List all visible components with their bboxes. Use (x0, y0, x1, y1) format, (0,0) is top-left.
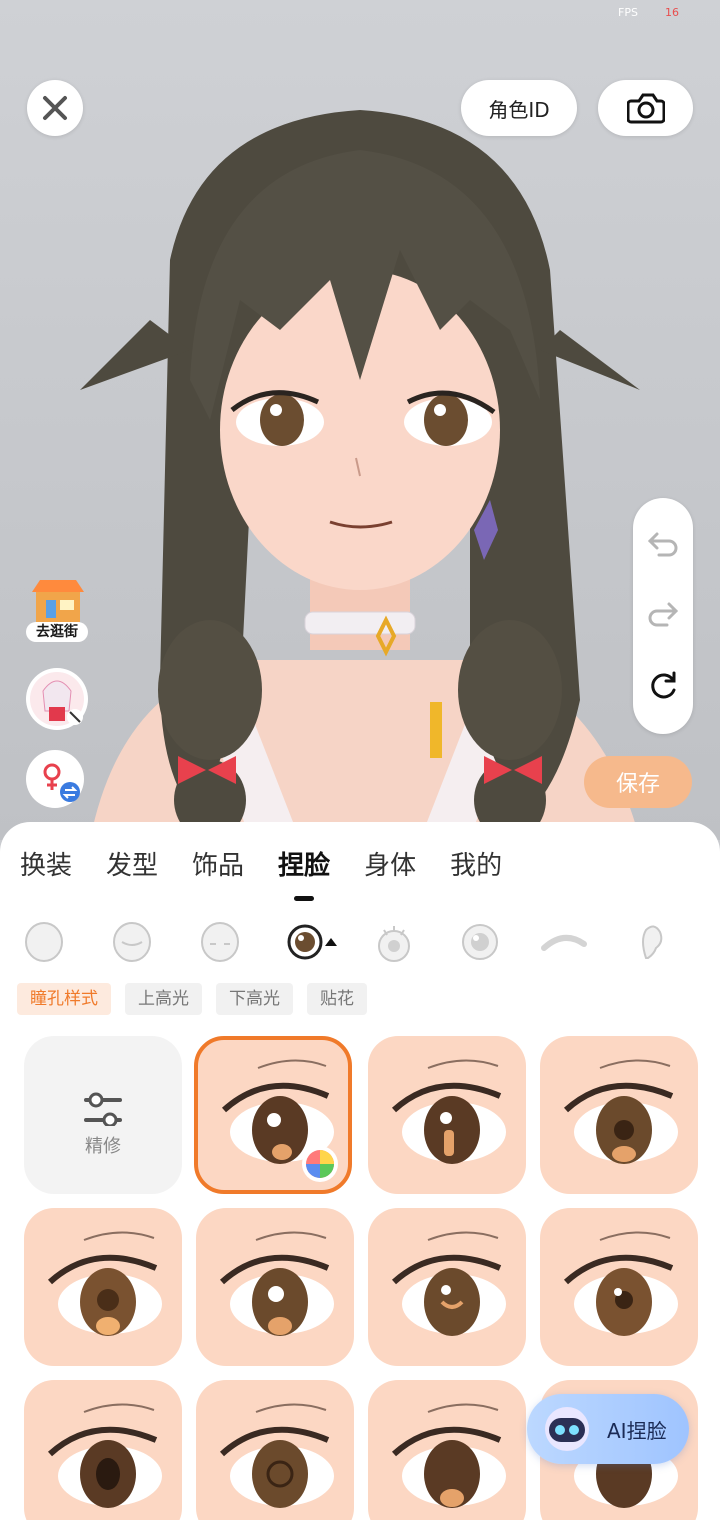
character-viewport[interactable]: FPS 16 角色ID 保存 去逛街 (0, 0, 720, 840)
reset-icon (651, 671, 676, 699)
category-tabs: 换装 发型 饰品 捏脸 身体 我的 (20, 846, 536, 901)
app-root: FPS 16 角色ID 保存 去逛街 换装 发型 饰品 捏脸 身体 我的 瞳孔样… (0, 0, 720, 1520)
undo-icon (647, 532, 678, 557)
pupil-preview (219, 1403, 334, 1508)
face-shape-icon (25, 922, 63, 962)
tab-mine[interactable]: 我的 (450, 846, 502, 886)
close-button[interactable] (27, 80, 83, 136)
shop-icon (32, 580, 84, 622)
tab-accessories[interactable]: 饰品 (192, 846, 244, 886)
go-shopping-button[interactable]: 去逛街 (26, 578, 88, 646)
part-eye-lash[interactable] (370, 918, 418, 966)
pupil-preview (391, 1403, 506, 1508)
camera-icon (626, 93, 665, 124)
pupil-preview (219, 1231, 334, 1336)
pupil-preview (47, 1231, 162, 1336)
avatar-icon (30, 672, 84, 726)
customize-panel: 换装 发型 饰品 捏脸 身体 我的 瞳孔样式 上高光 下高光 贴花 精修 AI捏… (0, 822, 720, 1520)
part-eyebrow[interactable] (540, 918, 588, 966)
ai-robot-icon (545, 1407, 589, 1451)
pupil-option-10[interactable] (368, 1380, 526, 1520)
save-button[interactable]: 保存 (584, 756, 692, 808)
pupil-preview (47, 1403, 162, 1508)
gender-switch-button[interactable] (26, 750, 84, 808)
fps-label: FPS (618, 6, 638, 19)
subtab-pupil-style[interactable]: 瞳孔样式 (17, 983, 111, 1015)
avatar-button[interactable] (26, 668, 88, 730)
part-face-shape[interactable] (20, 918, 68, 966)
pupil-option-3[interactable] (540, 1036, 698, 1194)
tab-outfit[interactable]: 换装 (20, 846, 72, 886)
pupil-preview (563, 1059, 678, 1164)
eyebrow-icon (541, 935, 587, 951)
redo-icon (648, 602, 679, 627)
face-part-selector (20, 918, 700, 966)
pupil-option-6[interactable] (368, 1208, 526, 1366)
refine-label: 精修 (85, 1136, 121, 1157)
history-controls (633, 498, 693, 734)
pupil-preview (391, 1231, 506, 1336)
pupil-preview (563, 1231, 678, 1336)
tab-face[interactable]: 捏脸 (278, 846, 330, 901)
part-eyes[interactable] (284, 918, 344, 966)
part-face-features[interactable] (196, 918, 244, 966)
subtab-lower-highlight[interactable]: 下高光 (216, 983, 293, 1015)
fps-value: 16 (665, 6, 679, 19)
eye-highlight-icon (462, 924, 498, 960)
face-icon (113, 922, 151, 962)
eye-subtabs: 瞳孔样式 上高光 下高光 贴花 (17, 983, 381, 1015)
pupil-option-4[interactable] (24, 1208, 182, 1366)
pupil-option-8[interactable] (24, 1380, 182, 1520)
ai-face-button[interactable]: AI捏脸 (527, 1394, 689, 1464)
pupil-option-2[interactable] (368, 1036, 526, 1194)
go-shopping-label: 去逛街 (26, 622, 88, 642)
redo-button[interactable] (633, 584, 693, 644)
ai-face-label: AI捏脸 (607, 1418, 667, 1443)
sliders-icon (84, 1092, 122, 1128)
tab-hairstyle[interactable]: 发型 (106, 846, 158, 886)
eye-lash-icon (378, 926, 410, 962)
gender-swap-icon (43, 763, 80, 802)
part-ear[interactable] (628, 918, 676, 966)
subtab-upper-highlight[interactable]: 上高光 (125, 983, 202, 1015)
part-eye-highlight[interactable] (456, 918, 504, 966)
face-features-icon (201, 922, 239, 962)
pupil-option-1[interactable] (194, 1036, 352, 1194)
pupil-preview (221, 1059, 338, 1182)
pupil-option-5[interactable] (196, 1208, 354, 1366)
part-face[interactable] (108, 918, 156, 966)
subtab-decal[interactable]: 贴花 (307, 983, 367, 1015)
pupil-option-7[interactable] (540, 1208, 698, 1366)
pupil-preview (391, 1059, 506, 1164)
ear-icon (642, 925, 663, 959)
role-id-button[interactable]: 角色ID (461, 80, 577, 136)
eye-icon (287, 924, 337, 960)
refine-button[interactable]: 精修 (24, 1036, 182, 1194)
tab-body[interactable]: 身体 (364, 846, 416, 886)
pupil-option-9[interactable] (196, 1380, 354, 1520)
reset-button[interactable] (633, 656, 693, 716)
close-icon (43, 96, 67, 120)
undo-button[interactable] (633, 514, 693, 574)
camera-button[interactable] (598, 80, 693, 136)
